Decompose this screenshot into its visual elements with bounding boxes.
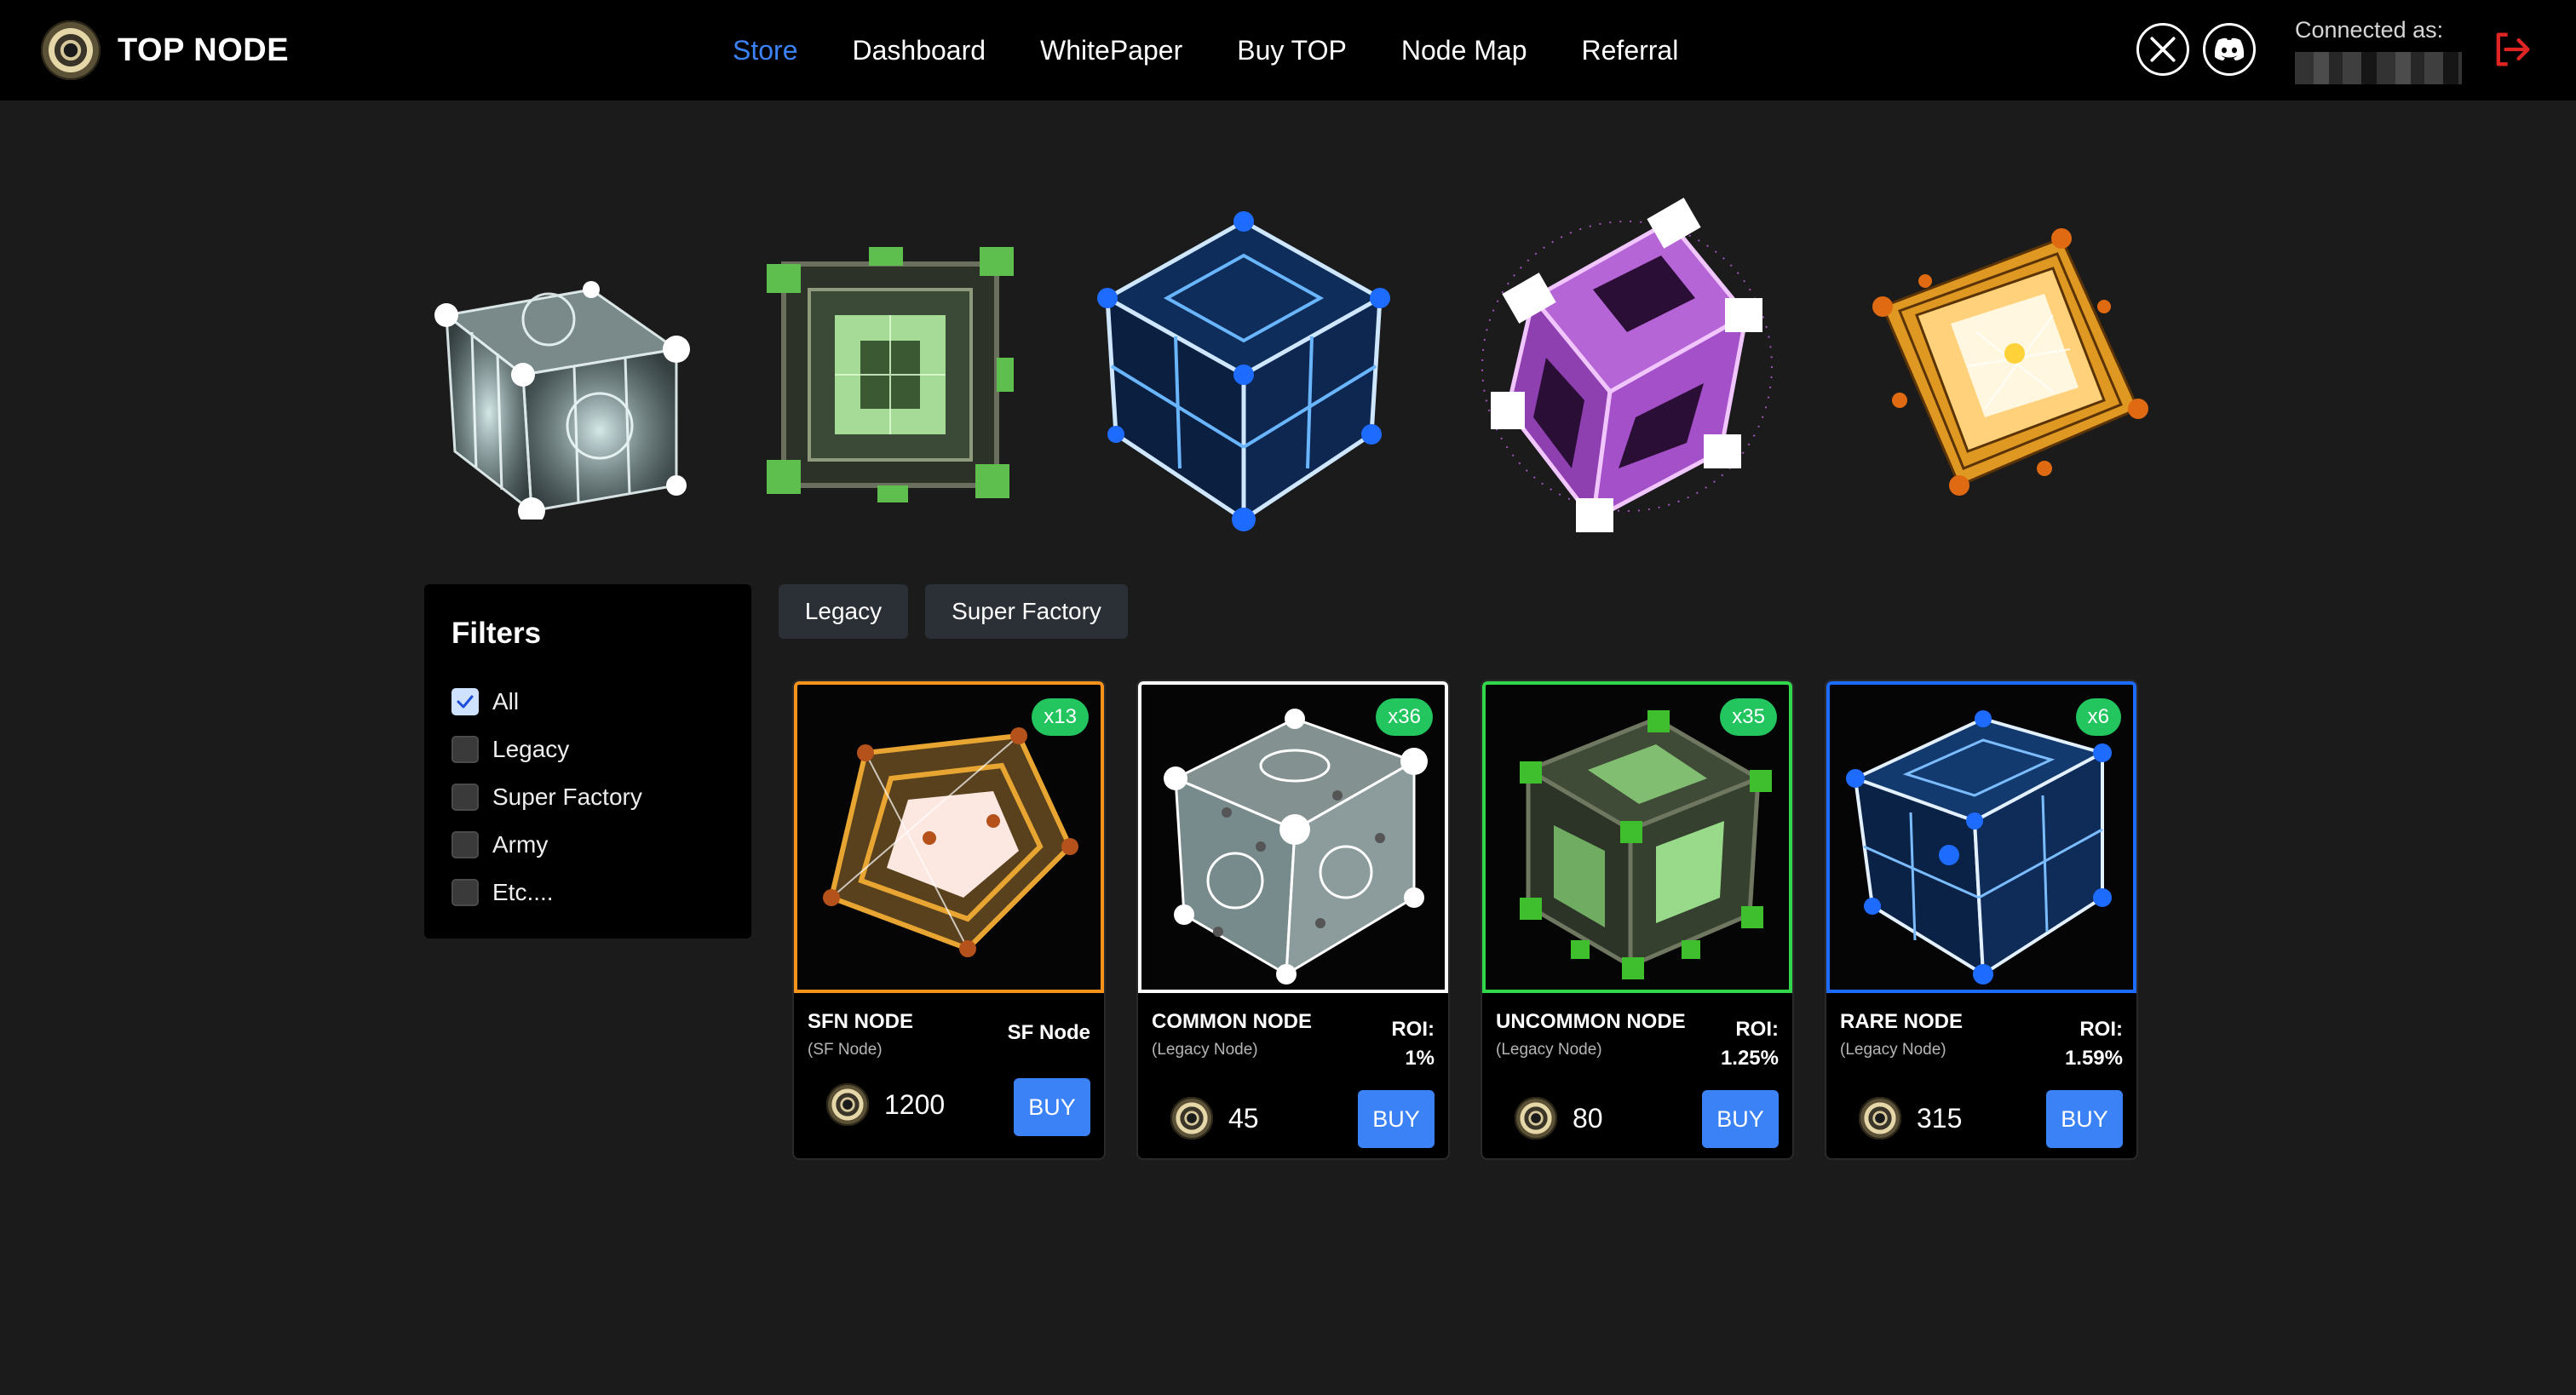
tab-legacy[interactable]: Legacy: [779, 584, 908, 639]
nav-node-map[interactable]: Node Map: [1401, 29, 1527, 72]
filters-panel: Filters All Legacy Super Factory Army Et…: [424, 584, 751, 939]
node-name: RARE NODE: [1840, 1010, 1964, 1033]
discord-social-button[interactable]: [2203, 23, 2256, 76]
buy-button[interactable]: BUY: [1014, 1078, 1090, 1136]
filter-all-label: All: [492, 688, 520, 715]
roi-label: SF Node: [1007, 1021, 1090, 1044]
filter-super-factory-checkbox[interactable]: [451, 784, 479, 811]
node-card-common: x36 COMMON NODE (Legacy Node) ROI: 1% 45…: [1136, 680, 1450, 1160]
tab-super-factory[interactable]: Super Factory: [925, 584, 1128, 639]
node-card-rare: x6 RARE NODE (Legacy Node) ROI: 1.59% 31…: [1825, 680, 2138, 1160]
node-price: 45: [1155, 1097, 1259, 1140]
top-coin-icon: [1170, 1097, 1213, 1140]
sfn-node-image-frame: x13: [794, 681, 1104, 993]
filters-title: Filters: [451, 617, 542, 650]
nav-referral[interactable]: Referral: [1582, 29, 1679, 72]
x-icon: [2150, 37, 2176, 62]
filter-legacy-label: Legacy: [492, 736, 570, 762]
buy-button[interactable]: BUY: [2046, 1090, 2123, 1148]
common-node-cube-image: [434, 281, 690, 520]
price-value: 45: [1228, 1102, 1259, 1134]
quantity-badge: x36: [1376, 698, 1433, 736]
node-roi: ROI: 1%: [1391, 1015, 1435, 1073]
quantity-badge: x35: [1720, 698, 1777, 736]
filter-all[interactable]: All: [451, 688, 519, 715]
price-value: 1200: [884, 1088, 946, 1120]
node-price: 315: [1843, 1097, 1962, 1140]
filter-legacy-checkbox[interactable]: [451, 736, 479, 763]
common-node-image-frame: x36: [1138, 681, 1448, 993]
node-type: (Legacy Node): [1496, 1041, 1602, 1059]
filter-army[interactable]: Army: [451, 831, 548, 858]
nav-whitepaper[interactable]: WhitePaper: [1040, 29, 1182, 72]
node-name: SFN NODE: [808, 1010, 914, 1033]
filter-army-label: Army: [492, 831, 549, 858]
nav-buy-top[interactable]: Buy TOP: [1237, 29, 1347, 72]
wallet-connection: Connected as:: [2295, 17, 2462, 84]
brand[interactable]: TOP NODE: [41, 20, 289, 81]
nav-store[interactable]: Store: [733, 29, 797, 72]
roi-value: 1.59%: [2064, 1047, 2123, 1070]
x-social-button[interactable]: [2136, 23, 2189, 76]
node-roi: ROI: 1.25%: [1721, 1015, 1779, 1073]
top-coin-logo: [41, 20, 101, 80]
node-price: 80: [1499, 1097, 1603, 1140]
price-value: 315: [1917, 1102, 1963, 1134]
price-value: 80: [1573, 1102, 1603, 1134]
rare-node-cube-image: [1097, 211, 1390, 531]
filter-legacy[interactable]: Legacy: [451, 736, 569, 763]
node-name: UNCOMMON NODE: [1496, 1010, 1686, 1033]
top-navbar: TOP NODE Store Dashboard WhitePaper Buy …: [0, 0, 2576, 100]
buy-button[interactable]: BUY: [1702, 1090, 1779, 1148]
roi-label: ROI:: [2079, 1018, 2123, 1041]
buy-button[interactable]: BUY: [1358, 1090, 1435, 1148]
node-type: (Legacy Node): [1152, 1041, 1258, 1059]
filter-all-checkbox[interactable]: [451, 688, 479, 715]
roi-label: ROI:: [1391, 1018, 1435, 1041]
node-card-sfn: x13 SFN NODE (SF Node) SF Node 1200 BUY: [792, 680, 1106, 1160]
quantity-badge: x6: [2075, 698, 2121, 736]
logout-icon[interactable]: [2489, 27, 2533, 72]
uncommon-node-image-frame: x35: [1482, 681, 1792, 993]
wallet-address-redacted: [2295, 52, 2462, 84]
legendary-node-cube-image: [1872, 228, 2148, 496]
node-roi: SF Node: [1008, 1019, 1090, 1048]
top-coin-icon: [1859, 1097, 1901, 1140]
roi-label: ROI:: [1735, 1018, 1779, 1041]
connected-label: Connected as:: [2295, 17, 2444, 43]
filter-etc-checkbox[interactable]: [451, 879, 479, 906]
filter-etc-label: Etc....: [492, 879, 554, 905]
filter-army-checkbox[interactable]: [451, 831, 479, 858]
node-type: (SF Node): [808, 1041, 883, 1059]
node-roi: ROI: 1.59%: [2065, 1015, 2123, 1073]
brand-name: TOP NODE: [118, 32, 290, 68]
checkmark-icon: [457, 695, 474, 709]
discord-icon: [2214, 37, 2245, 60]
roi-value: 1%: [1405, 1047, 1435, 1070]
node-card-uncommon: x35 UNCOMMON NODE (Legacy Node) ROI: 1.2…: [1481, 680, 1794, 1160]
filter-etc[interactable]: Etc....: [451, 879, 554, 906]
nav-dashboard[interactable]: Dashboard: [852, 29, 986, 72]
uncommon-node-cube-image: [767, 247, 1014, 502]
main-nav: Store Dashboard WhitePaper Buy TOP Node …: [733, 29, 1678, 72]
top-coin-icon: [826, 1083, 869, 1126]
node-name: COMMON NODE: [1152, 1010, 1312, 1033]
filter-super-factory-label: Super Factory: [492, 784, 642, 810]
epic-node-cube-image: [1481, 198, 1773, 532]
top-coin-icon: [1515, 1097, 1557, 1140]
node-price: 1200: [811, 1083, 945, 1126]
quantity-badge: x13: [1032, 698, 1089, 736]
node-type: (Legacy Node): [1840, 1041, 1946, 1059]
filter-super-factory[interactable]: Super Factory: [451, 784, 642, 811]
rare-node-image-frame: x6: [1826, 681, 2136, 993]
node-showcase: [409, 179, 2172, 545]
roi-value: 1.25%: [1720, 1047, 1779, 1070]
